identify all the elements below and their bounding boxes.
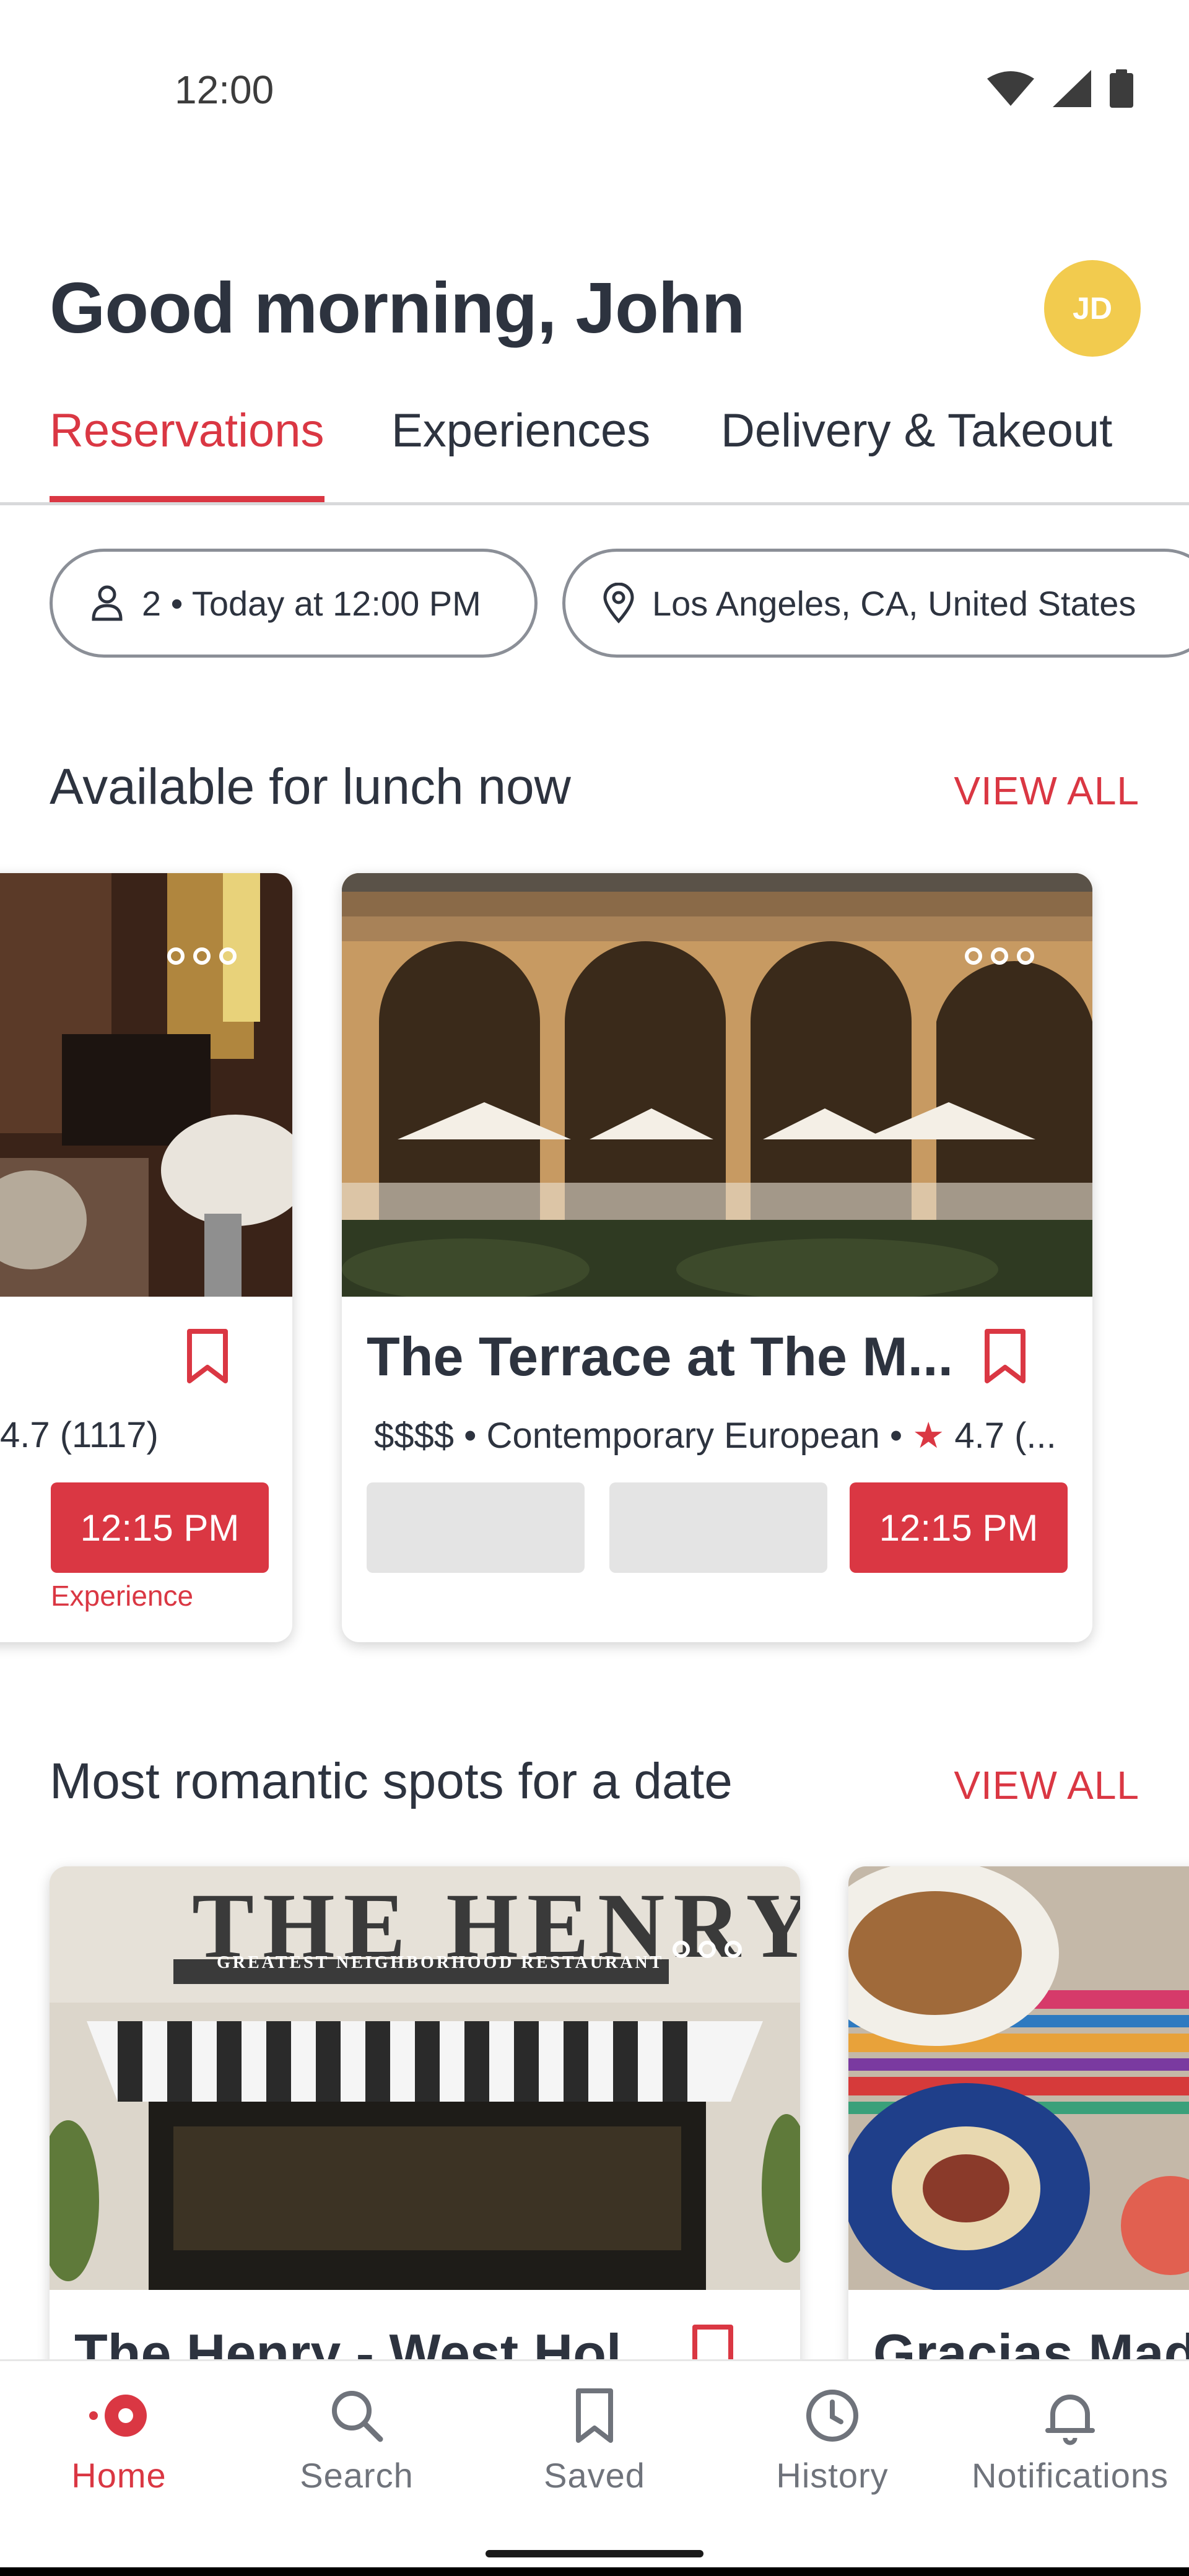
tab-experiences[interactable]: Experiences	[391, 396, 650, 502]
nav-history-label: History	[776, 2456, 889, 2495]
nav-home[interactable]: Home	[0, 2386, 238, 2496]
status-time: 12:00	[175, 67, 274, 112]
bookmark-icon[interactable]	[983, 1329, 1027, 1385]
nav-saved[interactable]: Saved	[476, 2386, 713, 2496]
experience-tag: Experience	[51, 1580, 194, 1612]
status-icons	[986, 69, 1133, 108]
restaurant-name[interactable]: The Terrace at The M...	[367, 1325, 953, 1388]
tab-delivery-takeout[interactable]: Delivery & Takeout	[721, 396, 1112, 502]
time-slot-unavailable	[367, 1482, 585, 1573]
bookmark-icon	[576, 2388, 613, 2443]
restaurant-card-henry[interactable]: THE HENRY GREATEST NEIGHBORHOOD RESTAURA…	[50, 1866, 800, 2424]
romantic-view-all-link[interactable]: VIEW ALL	[954, 1762, 1139, 1808]
henry-sign-subtext: GREATEST NEIGHBORHOOD RESTAURANT	[217, 1953, 664, 1972]
tab-bar: Reservations Experiences Delivery & Take…	[0, 396, 1189, 505]
wifi-icon	[987, 71, 1034, 106]
location-pin-icon	[603, 583, 634, 624]
nav-saved-label: Saved	[544, 2456, 645, 2495]
bookmark-icon[interactable]	[186, 1329, 229, 1385]
location-chip[interactable]: Los Angeles, CA, United States	[562, 549, 1189, 658]
restaurant-photo	[848, 1866, 1189, 2290]
restaurant-card-partial[interactable]: 4.7 (1117) 12:15 PM Experience	[0, 873, 292, 1642]
time-slot-button[interactable]: 12:15 PM	[850, 1482, 1068, 1573]
history-icon	[806, 2390, 858, 2442]
signal-icon	[1053, 70, 1091, 107]
bottom-navigation: Home Search Saved History Notifications	[0, 2359, 1189, 2574]
time-slot-unavailable	[609, 1482, 827, 1573]
restaurant-rating: 4.7 (1117)	[0, 1415, 159, 1455]
party-time-label: 2 • Today at 12:00 PM	[142, 583, 481, 623]
price-cuisine: $$$$ • Contemporary European •	[374, 1416, 903, 1456]
search-icon	[332, 2391, 383, 2442]
more-options-icon[interactable]	[167, 947, 237, 965]
lunch-view-all-link[interactable]: VIEW ALL	[954, 768, 1139, 814]
nav-notifications-label: Notifications	[971, 2456, 1169, 2495]
restaurant-meta: $$$$ • Contemporary European • ★ 4.7 (..…	[374, 1414, 1056, 1456]
home-indicator[interactable]	[486, 2550, 703, 2557]
romantic-section-title: Most romantic spots for a date	[50, 1753, 733, 1809]
restaurant-rating: 4.7 (...	[954, 1416, 1056, 1456]
restaurant-photo	[0, 873, 292, 1297]
party-time-chip[interactable]: 2 • Today at 12:00 PM	[50, 549, 538, 658]
bell-icon	[1045, 2395, 1095, 2445]
greeting-title: Good morning, John	[50, 268, 746, 348]
lunch-section-title: Available for lunch now	[50, 759, 571, 815]
time-slot-button[interactable]: 12:15 PM	[51, 1482, 269, 1573]
status-bar: 12:00	[0, 0, 1189, 186]
system-bar-bg	[0, 2567, 1189, 2576]
nav-search-label: Search	[300, 2456, 414, 2495]
nav-home-label: Home	[71, 2456, 167, 2495]
restaurant-card-gracias-madre[interactable]: Gracias Madre	[848, 1866, 1189, 2424]
tab-reservations[interactable]: Reservations	[50, 396, 324, 502]
more-options-icon[interactable]	[965, 947, 1034, 965]
restaurant-photo	[342, 873, 1092, 1297]
nav-notifications[interactable]: Notifications	[951, 2386, 1189, 2496]
battery-icon	[1110, 69, 1133, 108]
nav-search[interactable]: Search	[238, 2386, 476, 2496]
rating-star-icon: ★	[912, 1416, 945, 1456]
more-options-icon[interactable]	[673, 1941, 742, 1958]
nav-history[interactable]: History	[713, 2386, 951, 2496]
location-label: Los Angeles, CA, United States	[652, 583, 1136, 623]
avatar[interactable]: JD	[1044, 260, 1141, 357]
home-icon	[89, 2395, 147, 2437]
person-icon	[92, 585, 123, 621]
restaurant-card-terrace[interactable]: The Terrace at The M... $$$$ • Contempor…	[342, 873, 1092, 1642]
